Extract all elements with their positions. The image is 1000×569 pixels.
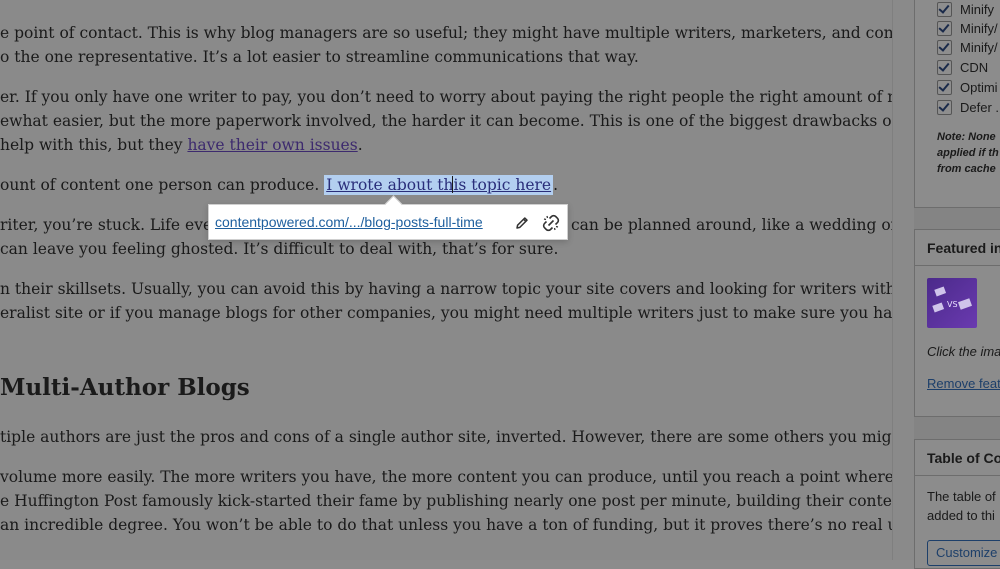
selected-inline-link[interactable]: I wrote about this topic here [324, 175, 554, 195]
pencil-icon [516, 217, 528, 229]
paragraph-line: can be planned around, like a wedding or… [571, 216, 892, 234]
paragraph-line: help with this, but they have their own … [0, 136, 363, 154]
link-popover: contentpowered.com/.../blog-posts-full-t… [208, 195, 568, 240]
editor-sidebar-divider [892, 0, 915, 560]
popover-arrow [384, 195, 403, 214]
panel-divider [915, 475, 1000, 476]
checkbox[interactable] [937, 20, 952, 36]
customize-button[interactable]: Customize [927, 540, 1000, 566]
option-minify-1[interactable]: Minify [937, 0, 994, 18]
option-label: CDN [960, 59, 989, 75]
featured-image-title[interactable]: Featured in [927, 240, 1000, 256]
unlink-button[interactable] [540, 212, 562, 234]
remove-featured-image-link[interactable]: Remove feat [927, 376, 1000, 391]
paragraph-line: ount of content one person can produce. … [0, 175, 559, 195]
featured-image-thumbnail[interactable]: VS [927, 278, 977, 328]
text-run: . [357, 136, 363, 154]
toc-description: The table of added to thi [927, 487, 996, 525]
option-cdn[interactable]: CDN [937, 58, 988, 76]
paragraph-line: eralist site or if you manage blogs for … [0, 304, 892, 322]
toc-description-line: added to thi [927, 508, 995, 523]
checkbox[interactable] [937, 1, 952, 17]
text-run: . [553, 176, 559, 194]
paragraph-line: can leave you feeling ghosted. It’s diff… [0, 240, 559, 258]
thumbnail-graphic-icon: VS [932, 286, 973, 313]
checkbox[interactable] [937, 59, 952, 75]
featured-image-panel: Featured in VS Click the ima Remove feat [914, 229, 1000, 417]
option-minify-2[interactable]: Minify/ [937, 19, 998, 37]
paragraph-line: e point of contact. This is why blog man… [0, 24, 892, 42]
note-line: Note: None [937, 131, 996, 143]
link-text-part: I wrote about th [326, 176, 454, 194]
option-defer[interactable]: Defer . [937, 98, 999, 116]
edit-link-button[interactable] [511, 212, 533, 234]
paragraph-line: tiple authors are just the pros and cons… [0, 428, 892, 446]
inline-link-own-issues[interactable]: have their own issues [187, 136, 357, 154]
paragraph-line: an incredible degree. You won’t be able … [0, 516, 892, 534]
panel-divider [915, 265, 1000, 266]
text-run: help with this, but they [0, 136, 188, 154]
text-run: ount of content one person can produce. [0, 176, 325, 194]
paragraph-line: e Huffington Post famously kick-started … [0, 492, 892, 510]
table-of-contents-panel: Table of Co The table of added to thi Cu… [914, 439, 1000, 569]
section-heading: Multi-Author Blogs [0, 374, 250, 401]
post-editor-canvas[interactable]: e point of contact. This is why blog man… [0, 0, 892, 560]
featured-image-hint: Click the ima [927, 344, 1000, 359]
optimization-options-panel: Minify Minify/ Minify/ CDN Optimi Defer … [914, 0, 1000, 208]
paragraph-line: volume more easily. The more writers you… [0, 468, 892, 486]
option-label: Minify/ [960, 39, 998, 55]
option-label: Minify [960, 1, 994, 17]
checkbox[interactable] [937, 79, 952, 95]
paragraph-line: ewhat easier, but the more paperwork inv… [0, 112, 892, 130]
link-text-part: is topic here [453, 176, 552, 194]
note-line: applied if th [937, 147, 999, 159]
note-line: from cache [937, 163, 996, 175]
paragraph-line: riter, you’re stuck. Life events [0, 216, 237, 234]
unlink-icon [542, 214, 560, 232]
option-optimize[interactable]: Optimi [937, 78, 998, 96]
checkbox[interactable] [937, 39, 952, 55]
toc-description-line: The table of [927, 489, 996, 504]
link-url[interactable]: contentpowered.com/.../blog-posts-full-t… [215, 214, 483, 230]
paragraph-line: er. If you only have one writer to pay, … [0, 88, 892, 106]
settings-sidebar: Minify Minify/ Minify/ CDN Optimi Defer … [914, 0, 1000, 569]
checkbox[interactable] [937, 99, 952, 115]
option-label: Defer . [960, 99, 1000, 115]
option-label: Minify/ [960, 20, 998, 36]
svg-text:VS: VS [947, 300, 958, 309]
toc-title[interactable]: Table of Co [927, 450, 1000, 466]
option-label: Optimi [960, 79, 998, 95]
paragraph-line: n their skillsets. Usually, you can avoi… [0, 280, 892, 298]
option-minify-3[interactable]: Minify/ [937, 38, 998, 56]
options-note: Note: None applied if th from cache [937, 129, 1000, 177]
paragraph-line: o the one representative. It’s a lot eas… [0, 48, 639, 66]
